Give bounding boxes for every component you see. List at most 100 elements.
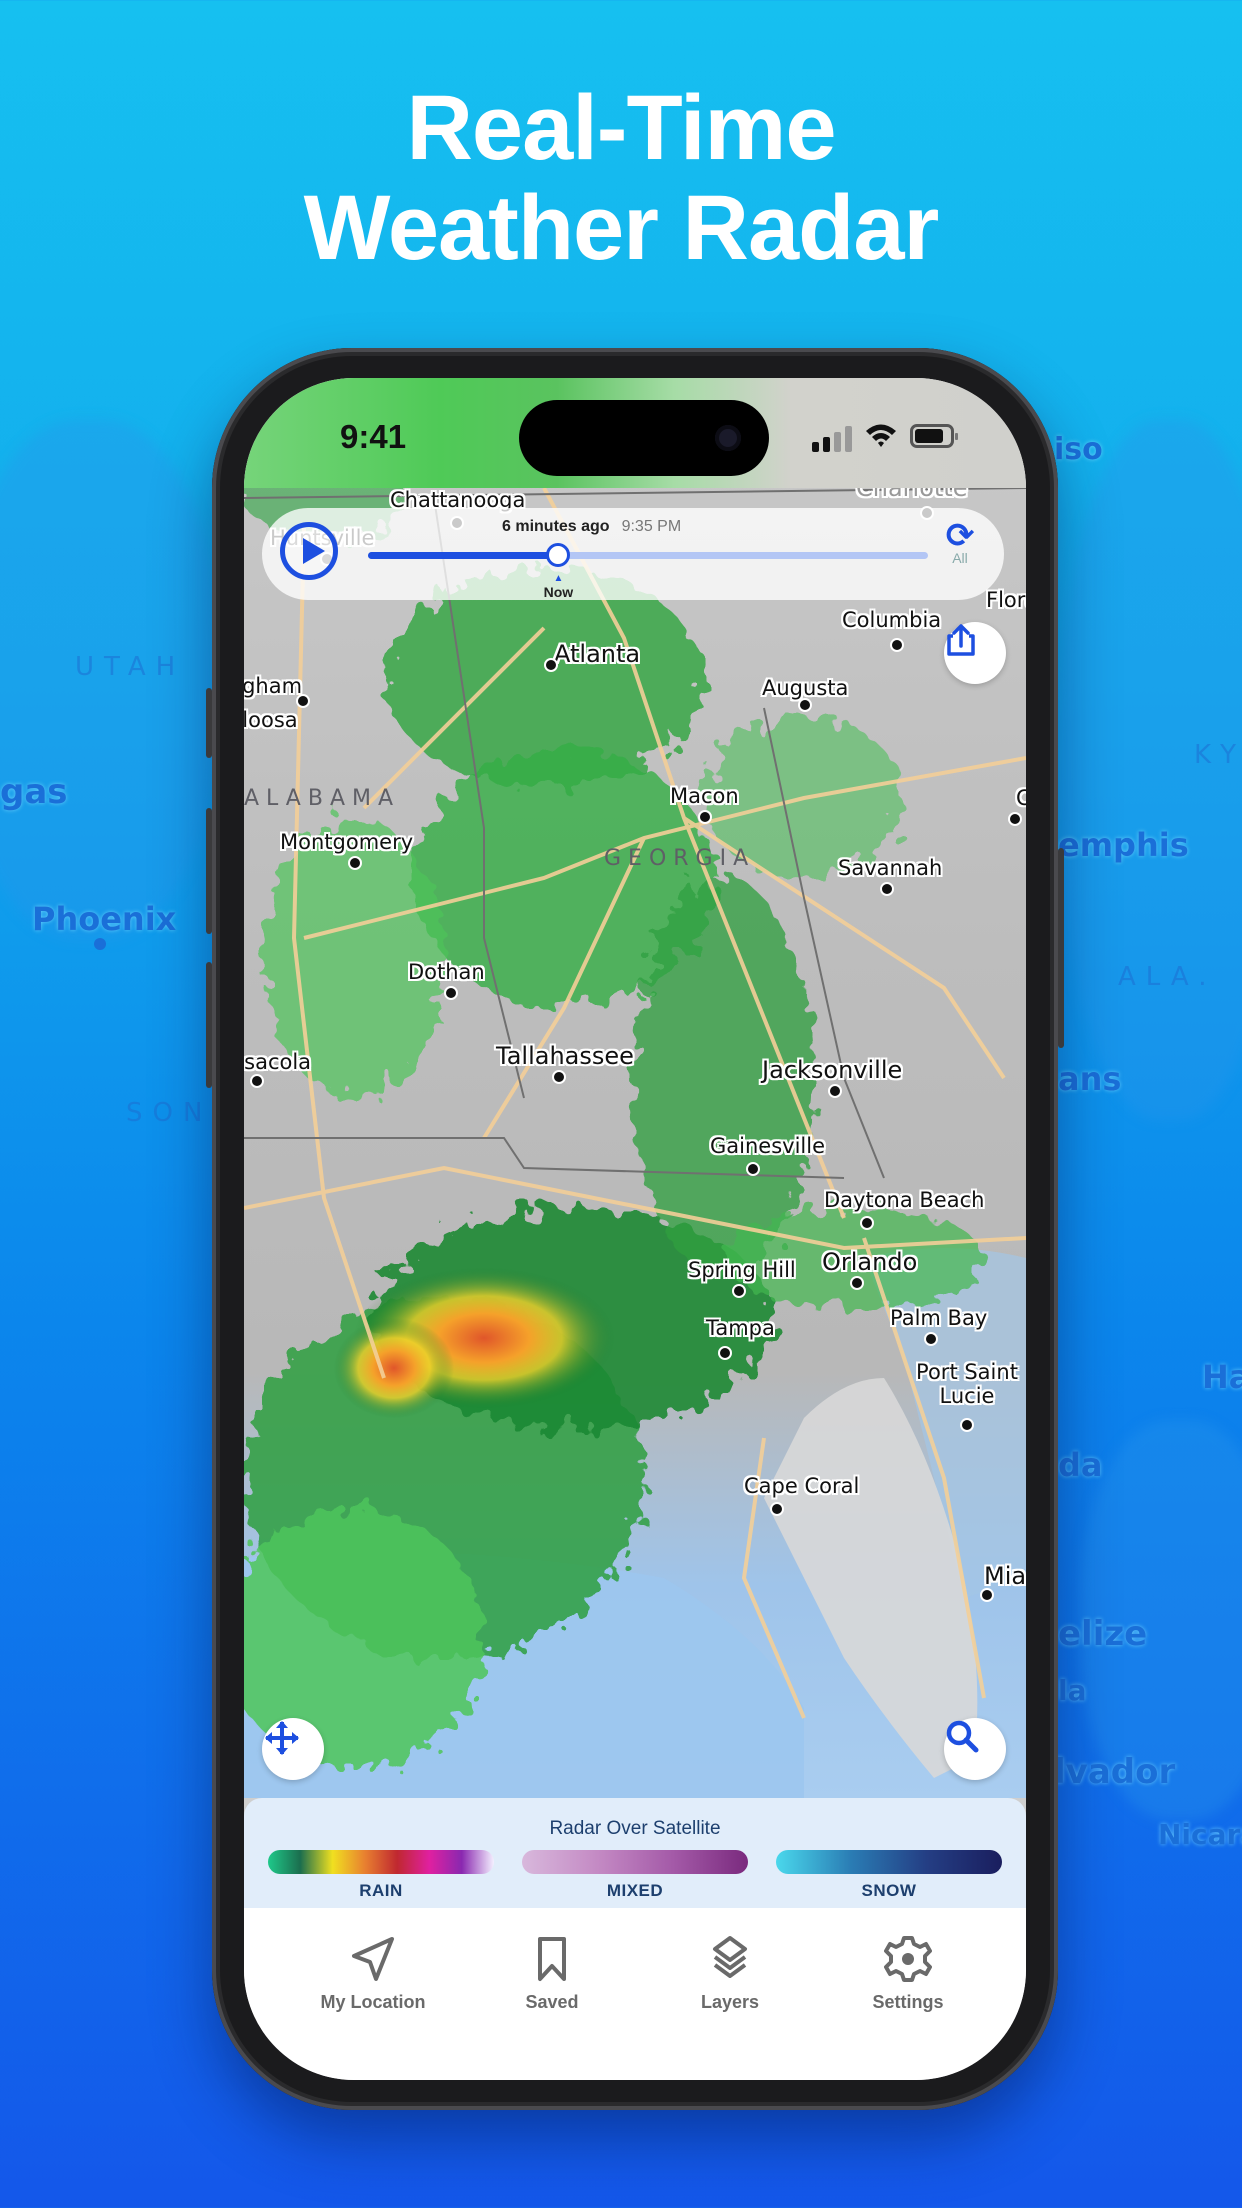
- wifi-icon: [866, 424, 896, 447]
- map-city-dot: [718, 1346, 732, 1360]
- map-city-dot: [828, 1084, 842, 1098]
- share-button[interactable]: [944, 622, 1006, 684]
- map-city-label: Gainesville: [710, 1134, 825, 1158]
- timeline-thumb[interactable]: [546, 543, 571, 567]
- map-city-dot: [552, 1070, 566, 1084]
- pan-map-button[interactable]: [262, 1718, 324, 1780]
- share-icon: [947, 624, 975, 656]
- background-map-label: emphis: [1058, 826, 1189, 864]
- bookmark-icon: [538, 1937, 566, 1981]
- search-icon: [946, 1720, 979, 1753]
- map-city-label: Tallahassee: [496, 1042, 634, 1070]
- map-city-dot: [890, 638, 904, 652]
- background-map-label: elize: [1058, 1614, 1148, 1654]
- map-city-label: Miami: [984, 1562, 1026, 1590]
- timeline-progress-fill: [368, 552, 559, 559]
- map-city-dot: [444, 986, 458, 1000]
- tab-saved[interactable]: Saved: [462, 1934, 642, 2013]
- map-city-label: Orlando: [822, 1248, 918, 1276]
- map-city-label: Birmingham: [244, 674, 303, 698]
- status-bar: 9:41: [244, 378, 1026, 488]
- map-city-label: Spring Hill: [688, 1258, 796, 1282]
- background-map-label: ALA.: [1118, 962, 1217, 992]
- map-city-label: Dothan: [408, 960, 485, 984]
- map-city-label: Tampa: [706, 1316, 775, 1340]
- background-map-label: lvador: [1054, 1752, 1176, 1792]
- phone-frame: Knoxville Charlotte Chattanooga Huntsvil…: [206, 348, 1064, 2110]
- play-button[interactable]: [280, 522, 338, 580]
- legend-rain-gradient: [268, 1850, 494, 1874]
- status-time: 9:41: [340, 418, 407, 455]
- map-city-label: Atlanta: [554, 640, 641, 668]
- map-city-label: Savannah: [838, 856, 943, 880]
- headline-line-1: Real-Time: [406, 77, 836, 179]
- tab-label: Settings: [872, 1992, 944, 2012]
- map-city-label: Augusta: [762, 676, 849, 700]
- refresh-label: All: [952, 550, 968, 566]
- background-map-label: la: [1058, 1674, 1087, 1707]
- phone-power-button: [1058, 848, 1064, 1048]
- map-city-label: Jacksonville: [762, 1056, 903, 1084]
- map-city-label: Cape Coral: [744, 1474, 860, 1498]
- map-city-label: Daytona Beach: [824, 1188, 985, 1212]
- map-city-dot: [850, 1276, 864, 1290]
- map-city-dot: [960, 1418, 974, 1432]
- background-map-label: Nicara: [1158, 1818, 1242, 1851]
- timeline-time-label: 6 minutes ago 9:35 PM: [502, 518, 681, 536]
- background-landmass: [1060, 420, 1242, 1120]
- map-city-dot: [980, 1588, 994, 1602]
- refresh-all-button[interactable]: ⟳ All: [938, 518, 982, 566]
- background-landmass: [0, 420, 220, 940]
- map-city-label: Columbia: [842, 608, 942, 632]
- headline-line-2: Weather Radar: [303, 177, 940, 279]
- relative-time: 6 minutes ago: [502, 518, 610, 535]
- map-city-label: Montgomery: [280, 830, 414, 854]
- gear-icon: [884, 1936, 932, 1982]
- phone-volume-down-button: [206, 962, 212, 1088]
- legend-mixed-gradient: [522, 1850, 748, 1874]
- tab-layers[interactable]: Layers: [640, 1934, 820, 2013]
- legend-rain-label: RAIN: [359, 1881, 403, 1900]
- background-map-label: UTAH: [75, 652, 186, 682]
- map-city-label: Port Saint Lucie: [916, 1360, 1018, 1408]
- phone-action-button: [206, 688, 212, 758]
- tab-settings[interactable]: Settings: [818, 1934, 998, 2013]
- map-city-dot: [732, 1284, 746, 1298]
- legend-snow-gradient: [776, 1850, 1002, 1874]
- dynamic-island: [519, 400, 769, 476]
- marketing-headline: Real-Time Weather Radar: [0, 78, 1242, 278]
- map-city-dot: [924, 1332, 938, 1346]
- map-city-dot: [880, 882, 894, 896]
- refresh-icon: ⟳: [945, 517, 975, 555]
- clock-time: 9:35 PM: [621, 518, 682, 535]
- search-button[interactable]: [944, 1718, 1006, 1780]
- map-city-label: Charleston: [1016, 786, 1026, 810]
- map-city-dot: [798, 698, 812, 712]
- map-city-dot: [1008, 812, 1022, 826]
- tab-label: My Location: [320, 1992, 426, 2012]
- tab-label: Layers: [700, 1992, 760, 2012]
- background-map-label: da: [1058, 1446, 1103, 1484]
- map-city-dot: [250, 1074, 264, 1088]
- background-map-label: SON: [126, 1098, 213, 1128]
- tab-label: Saved: [525, 1992, 579, 2012]
- radar-legend: Radar Over Satellite RAIN MIXED SNOW: [244, 1798, 1026, 1908]
- map-city-label: Macon: [670, 784, 739, 808]
- map-city-label: Palm Bay: [890, 1306, 988, 1330]
- map-city-label: Pensacola: [244, 1050, 312, 1074]
- phone-volume-up-button: [206, 808, 212, 934]
- location-arrow-icon: [352, 1937, 394, 1981]
- background-city-dot: [94, 938, 106, 950]
- map-state-label: ALABAMA: [244, 786, 401, 811]
- timeline-slider[interactable]: Now: [368, 543, 928, 600]
- map-city-dot: [296, 694, 310, 708]
- background-map-label: KY: [1194, 740, 1242, 770]
- background-map-label: ans: [1058, 1060, 1122, 1098]
- legend-title: Radar Over Satellite: [549, 1818, 721, 1839]
- tab-bar: My Location Saved Layers Settings: [244, 1908, 1026, 2080]
- front-camera: [715, 425, 741, 451]
- tab-my-location[interactable]: My Location: [283, 1934, 463, 2013]
- radar-timeline: Now 6 minutes ago 9:35 PM ⟳ All: [262, 508, 1004, 600]
- map-state-label: GEORGIA: [604, 846, 756, 871]
- map-city-label: Tuscaloosa: [244, 708, 298, 732]
